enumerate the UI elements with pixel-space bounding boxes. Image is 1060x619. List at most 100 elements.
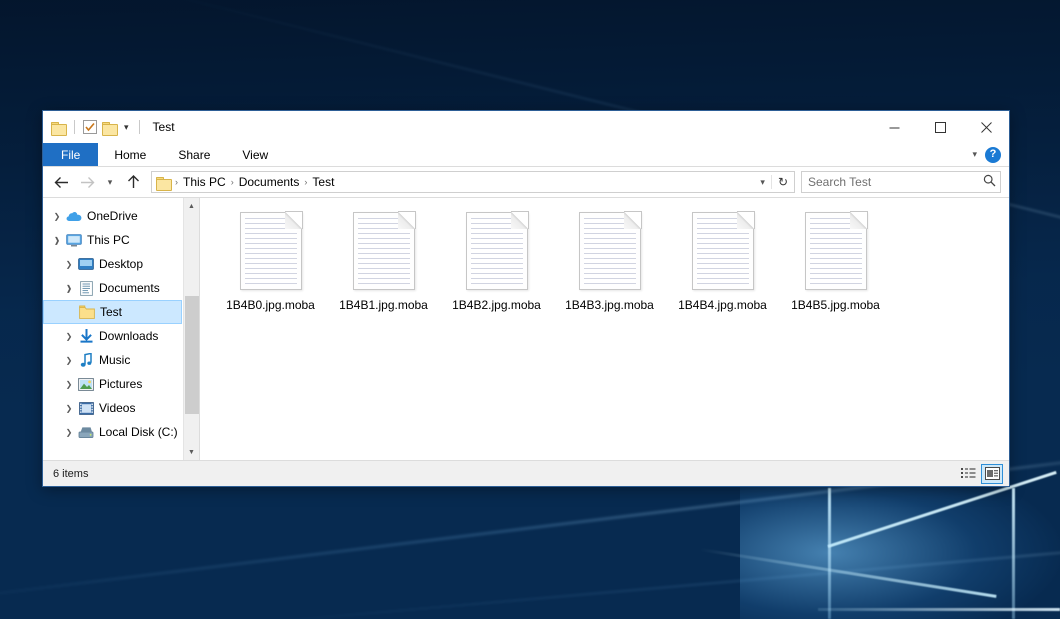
- search-box[interactable]: [801, 171, 1001, 193]
- search-icon[interactable]: [983, 174, 996, 190]
- folder-icon[interactable]: [51, 121, 66, 134]
- sidebar-item-pictures[interactable]: ❯ Pictures: [43, 372, 199, 396]
- wallpaper-beam: [818, 608, 1060, 611]
- minimize-icon[interactable]: [871, 111, 917, 143]
- sidebar-item-desktop[interactable]: ❯ Desktop: [43, 252, 199, 276]
- ribbon-tab-strip: File Home Share View ▾ ?: [43, 143, 1009, 167]
- chevron-down-icon[interactable]: ❱: [49, 236, 65, 245]
- sidebar-item-documents[interactable]: ❱ Documents: [43, 276, 199, 300]
- chevron-right-icon[interactable]: ❯: [61, 356, 77, 365]
- address-dropdown-icon[interactable]: ▾: [754, 177, 771, 188]
- file-name: 1B4B5.jpg.moba: [791, 298, 880, 313]
- sidebar-item-label: Music: [99, 353, 130, 367]
- new-folder-icon[interactable]: [102, 121, 117, 134]
- address-bar-row: ▾ › This PC › Documents › Test ▾ ↻: [43, 167, 1009, 197]
- chevron-down-icon[interactable]: ▾: [972, 149, 977, 160]
- sidebar-item-videos[interactable]: ❯ Videos: [43, 396, 199, 420]
- scrollbar-thumb[interactable]: [185, 296, 199, 414]
- up-button[interactable]: [121, 170, 145, 194]
- close-icon[interactable]: [963, 111, 1009, 143]
- navigation-scrollbar[interactable]: ▲ ▼: [183, 198, 199, 460]
- window-title: Test: [153, 120, 175, 134]
- chevron-right-icon[interactable]: ❯: [49, 212, 65, 221]
- chevron-down-icon[interactable]: ▾: [122, 123, 131, 132]
- refresh-icon[interactable]: ↻: [771, 175, 794, 189]
- folder-icon: [156, 176, 171, 189]
- folder-icon: [78, 305, 96, 319]
- document-icon: [77, 281, 95, 296]
- generic-document-icon: [692, 212, 754, 290]
- picture-icon: [77, 378, 95, 391]
- recent-locations-icon[interactable]: ▾: [101, 170, 119, 194]
- maximize-icon[interactable]: [917, 111, 963, 143]
- sidebar-item-local-disk-c[interactable]: ❯ Local Disk (C:): [43, 420, 199, 444]
- file-name: 1B4B2.jpg.moba: [452, 298, 541, 313]
- sidebar-item-downloads[interactable]: ❯ Downloads: [43, 324, 199, 348]
- sidebar-item-label: Documents: [99, 281, 160, 295]
- scrollbar-track[interactable]: [184, 214, 200, 444]
- quick-access-toolbar: ▾: [51, 120, 143, 134]
- chevron-up-icon[interactable]: ▲: [184, 198, 200, 214]
- desktop-icon: [77, 258, 95, 270]
- back-button[interactable]: [49, 170, 73, 194]
- tab-share[interactable]: Share: [162, 143, 226, 166]
- status-bar: 6 items: [43, 460, 1009, 486]
- sidebar-item-label: Pictures: [99, 377, 142, 391]
- breadcrumb-test[interactable]: Test: [308, 172, 338, 192]
- sidebar-item-onedrive[interactable]: ❯ OneDrive: [43, 204, 199, 228]
- wallpaper-beam: [828, 488, 831, 619]
- sidebar-item-label: Local Disk (C:): [99, 425, 178, 439]
- disk-icon: [77, 426, 95, 439]
- sidebar-item-label: Test: [100, 305, 122, 319]
- file-name: 1B4B3.jpg.moba: [565, 298, 654, 313]
- address-bar[interactable]: › This PC › Documents › Test ▾ ↻: [151, 171, 795, 193]
- item-count-label: 6 items: [53, 468, 88, 480]
- details-view-button[interactable]: [957, 464, 979, 484]
- chevron-right-icon[interactable]: ❯: [61, 380, 77, 389]
- file-name: 1B4B0.jpg.moba: [226, 298, 315, 313]
- tab-home[interactable]: Home: [98, 143, 162, 166]
- properties-checkbox-icon[interactable]: [83, 120, 97, 134]
- file-item[interactable]: 1B4B0.jpg.moba: [214, 210, 327, 334]
- chevron-down-icon[interactable]: ▼: [184, 444, 200, 460]
- chevron-right-icon[interactable]: ❯: [61, 332, 77, 341]
- tab-view[interactable]: View: [226, 143, 284, 166]
- monitor-icon: [65, 234, 83, 247]
- generic-document-icon: [805, 212, 867, 290]
- wallpaper-beam: [1012, 488, 1015, 619]
- chevron-right-icon[interactable]: ❯: [61, 428, 77, 437]
- forward-button[interactable]: [75, 170, 99, 194]
- file-item[interactable]: 1B4B1.jpg.moba: [327, 210, 440, 334]
- tab-file[interactable]: File: [43, 143, 98, 166]
- file-name: 1B4B4.jpg.moba: [678, 298, 767, 313]
- chevron-right-icon[interactable]: ❯: [61, 404, 77, 413]
- help-icon[interactable]: ?: [985, 147, 1001, 163]
- view-mode-buttons: [957, 464, 1003, 484]
- generic-document-icon: [240, 212, 302, 290]
- large-icons-view-button[interactable]: [981, 464, 1003, 484]
- ribbon-right-controls: ▾ ?: [972, 143, 1009, 166]
- file-list-pane[interactable]: 1B4B0.jpg.moba 1B4B1.jpg.moba 1B4B2.jpg.…: [200, 198, 1009, 460]
- search-input[interactable]: [808, 175, 983, 189]
- file-item[interactable]: 1B4B3.jpg.moba: [553, 210, 666, 334]
- chevron-right-icon[interactable]: ❯: [61, 260, 77, 269]
- window-controls: [871, 111, 1009, 143]
- explorer-body: ❯ OneDrive ❱ This PC ❯: [43, 197, 1009, 460]
- sidebar-item-label: Desktop: [99, 257, 143, 271]
- breadcrumb-this-pc[interactable]: This PC: [179, 172, 230, 192]
- breadcrumb-documents[interactable]: Documents: [235, 172, 304, 192]
- file-grid: 1B4B0.jpg.moba 1B4B1.jpg.moba 1B4B2.jpg.…: [214, 210, 999, 334]
- file-item[interactable]: 1B4B5.jpg.moba: [779, 210, 892, 334]
- chevron-down-icon[interactable]: ❱: [61, 284, 77, 293]
- desktop: ▾ Test File Home Share View: [0, 0, 1060, 619]
- file-item[interactable]: 1B4B4.jpg.moba: [666, 210, 779, 334]
- sidebar-item-this-pc[interactable]: ❱ This PC: [43, 228, 199, 252]
- sidebar-item-test[interactable]: Test: [43, 300, 182, 324]
- divider: [74, 120, 75, 134]
- sidebar-item-music[interactable]: ❯ Music: [43, 348, 199, 372]
- sidebar-item-label: This PC: [87, 233, 130, 247]
- file-item[interactable]: 1B4B2.jpg.moba: [440, 210, 553, 334]
- video-icon: [77, 402, 95, 415]
- sidebar-item-label: Downloads: [99, 329, 158, 343]
- music-icon: [77, 353, 95, 368]
